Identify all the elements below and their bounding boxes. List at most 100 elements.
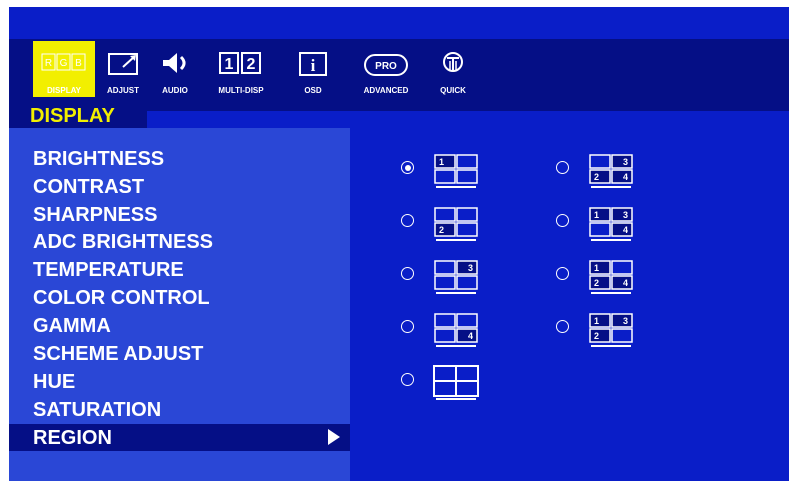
layout-number: 1 xyxy=(594,316,599,326)
rgb-icon: R G B xyxy=(41,53,86,71)
layout-cell xyxy=(434,207,456,222)
pro-icon: PRO xyxy=(364,54,408,76)
region-layout-icon: 3 xyxy=(434,260,478,294)
tab-multi-disp-label: MULTI-DISP xyxy=(218,86,264,95)
osd-window: R G B DISPLAY ADJUST AUDIO 1 2 MULTI-DIS… xyxy=(9,7,789,481)
menu-item-contrast[interactable]: CONTRAST xyxy=(33,176,144,199)
adjust-icon xyxy=(108,53,138,75)
menu-item-scheme-adjust[interactable]: SCHEME ADJUST xyxy=(33,343,203,366)
layout-cell xyxy=(589,222,611,237)
layout-cell xyxy=(456,207,478,222)
layout-cell: 2 xyxy=(589,275,611,290)
layout-cell xyxy=(456,222,478,237)
radio-button[interactable] xyxy=(401,214,414,227)
tab-osd-label: OSD xyxy=(304,86,322,95)
tab-quick[interactable]: QUICK xyxy=(433,49,473,95)
layout-cell xyxy=(456,169,478,184)
speaker-icon xyxy=(163,53,186,73)
multi-display-icon: 1 2 xyxy=(219,52,261,74)
layout-cell xyxy=(456,275,478,290)
radio-button[interactable] xyxy=(556,214,569,227)
layout-cell: 4 xyxy=(611,222,633,237)
layout-cell: 1 xyxy=(589,313,611,328)
svg-text:1: 1 xyxy=(225,56,234,73)
radio-button[interactable] xyxy=(401,320,414,333)
menu-item-temperature[interactable]: TEMPERATURE xyxy=(33,259,184,282)
tab-osd[interactable]: i OSD xyxy=(291,49,335,95)
menu-item-gamma[interactable]: GAMMA xyxy=(33,315,111,338)
menu-item-adc-brightness[interactable]: ADC BRIGHTNESS xyxy=(33,231,213,254)
radio-button[interactable] xyxy=(401,161,414,174)
quick-icon xyxy=(443,52,463,72)
region-layout-icon xyxy=(433,365,479,400)
layout-cell xyxy=(611,328,633,343)
tab-display[interactable]: R G B DISPLAY xyxy=(33,41,95,97)
layout-number: 3 xyxy=(468,263,473,273)
arrow-right-icon xyxy=(328,429,340,445)
layout-cell xyxy=(434,169,456,184)
tab-adjust[interactable]: ADJUST xyxy=(99,49,147,95)
layout-cell xyxy=(611,260,633,275)
rgb-b: B xyxy=(75,58,82,69)
menu-item-color-control[interactable]: COLOR CONTROL xyxy=(33,287,210,310)
menu-item-sharpness[interactable]: SHARPNESS xyxy=(33,204,157,227)
layout-cell xyxy=(434,275,456,290)
layout-number: 3 xyxy=(623,316,628,326)
layout-cell xyxy=(456,154,478,169)
layout-number: 1 xyxy=(439,157,444,167)
radio-button[interactable] xyxy=(556,161,569,174)
tab-audio[interactable]: AUDIO xyxy=(155,49,195,95)
region-layout-icon: 1 3 4 xyxy=(589,207,633,241)
tab-advanced[interactable]: PRO ADVANCED xyxy=(353,49,419,95)
layout-number: 2 xyxy=(594,331,599,341)
layout-cell: 1 xyxy=(589,207,611,222)
layout-cell xyxy=(434,328,456,343)
menu-item-saturation[interactable]: SATURATION xyxy=(33,399,161,422)
region-layout-icon: 1 xyxy=(434,154,478,188)
layout-number: 2 xyxy=(594,278,599,288)
tab-display-label: DISPLAY xyxy=(47,86,81,95)
layout-number: 4 xyxy=(623,225,628,235)
layout-number: 4 xyxy=(623,172,628,182)
region-layout-icon: 4 xyxy=(434,313,478,347)
layout-cell: 4 xyxy=(611,275,633,290)
layout-cell: 1 xyxy=(589,260,611,275)
svg-text:2: 2 xyxy=(247,56,256,73)
tab-multi-disp[interactable]: 1 2 MULTI-DISP xyxy=(206,49,276,95)
layout-number: 1 xyxy=(594,210,599,220)
layout-cell: 2 xyxy=(589,169,611,184)
layout-cell: 2 xyxy=(589,328,611,343)
section-title: DISPLAY xyxy=(9,104,147,128)
radio-button[interactable] xyxy=(401,373,414,386)
info-icon: i xyxy=(299,52,327,76)
menu-item-region[interactable]: REGION xyxy=(33,427,112,450)
layout-cell: 3 xyxy=(611,207,633,222)
layout-cell: 4 xyxy=(456,328,478,343)
layout-cell: 2 xyxy=(434,222,456,237)
layout-number: 2 xyxy=(439,225,444,235)
layout-cell xyxy=(434,260,456,275)
tab-quick-label: QUICK xyxy=(440,86,466,95)
layout-number: 4 xyxy=(623,278,628,288)
layout-cell xyxy=(589,154,611,169)
layout-cell: 3 xyxy=(611,154,633,169)
rgb-g: G xyxy=(60,58,68,69)
region-options-panel: 1 2 3 4 3 2 4 1 3 4 1 2 4 1 3 2 xyxy=(350,111,789,481)
svg-text:PRO: PRO xyxy=(375,61,397,72)
radio-button[interactable] xyxy=(556,320,569,333)
layout-number: 3 xyxy=(623,157,628,167)
layout-cell xyxy=(434,313,456,328)
layout-number: 3 xyxy=(623,210,628,220)
svg-text:i: i xyxy=(311,56,316,75)
radio-button[interactable] xyxy=(556,267,569,280)
region-layout-icon: 2 xyxy=(434,207,478,241)
layout-number: 1 xyxy=(594,263,599,273)
region-layout-icon: 1 3 2 xyxy=(589,313,633,347)
menu-item-brightness[interactable]: BRIGHTNESS xyxy=(33,148,164,171)
menu-item-hue[interactable]: HUE xyxy=(33,371,75,394)
layout-cell: 4 xyxy=(611,169,633,184)
region-layout-icon: 1 2 4 xyxy=(589,260,633,294)
layout-number: 4 xyxy=(468,331,473,341)
tab-advanced-label: ADVANCED xyxy=(363,86,409,95)
radio-button[interactable] xyxy=(401,267,414,280)
